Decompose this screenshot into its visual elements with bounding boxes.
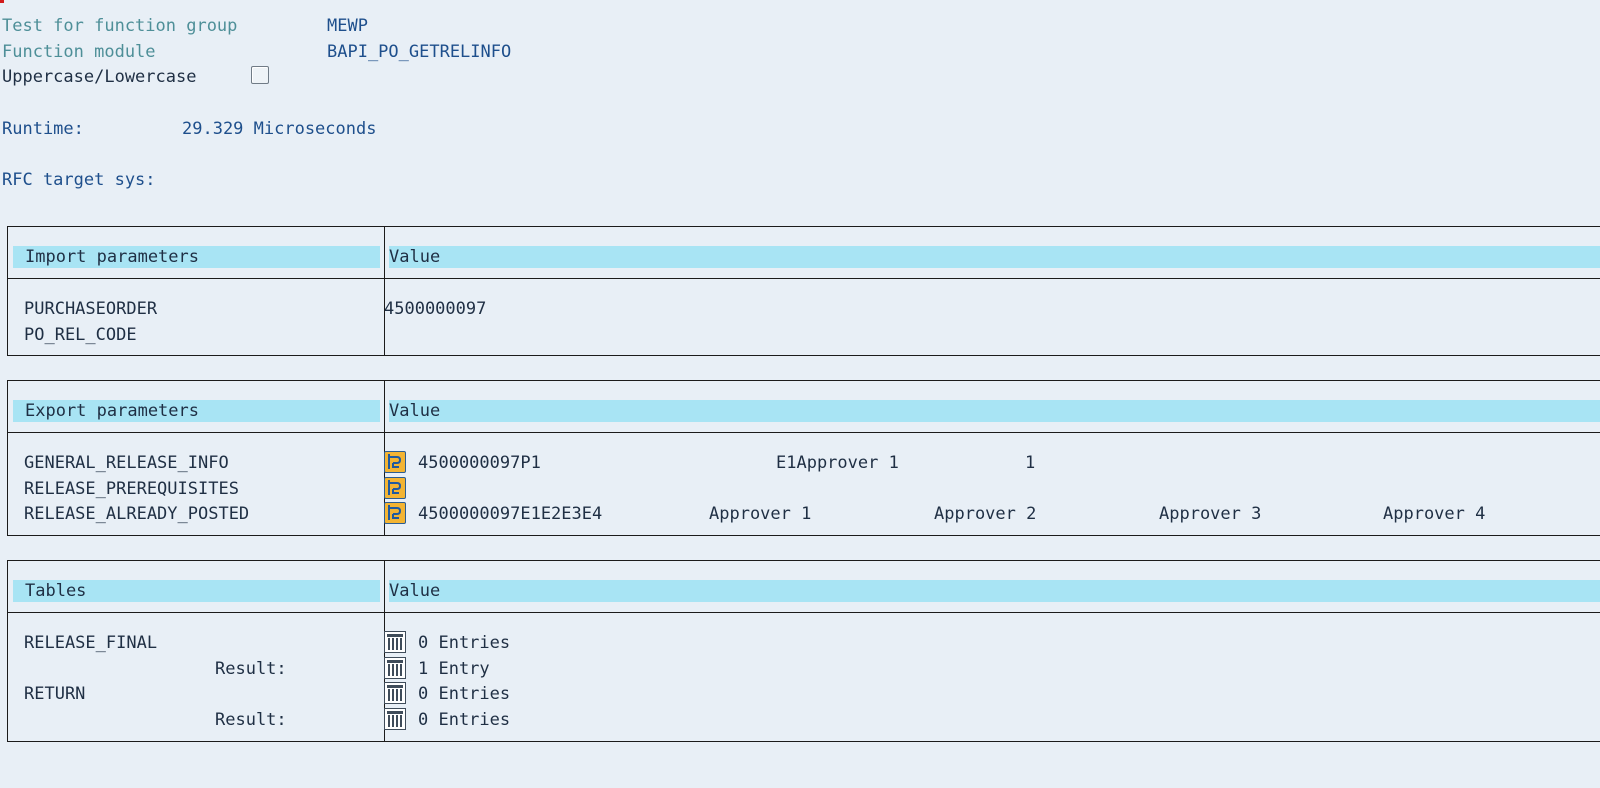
export-field: 4500000097E1E2E3E4 [418, 504, 603, 524]
table-entries: 0 Entries [418, 710, 511, 730]
table-entries: 1 Entry [418, 659, 490, 679]
export-field: Approver 3 [1159, 504, 1262, 524]
table-entries: 0 Entries [418, 633, 511, 653]
export-field: 1 [1025, 453, 1036, 473]
param-name: RELEASE_PREREQUISITES [24, 479, 239, 499]
param-value-field[interactable] [384, 324, 584, 346]
header-divider [8, 432, 1600, 433]
runtime-label: Runtime: [2, 119, 84, 139]
export-field: 4500000097P1 [418, 453, 541, 473]
export-field: E1Approver 1 [776, 453, 899, 473]
export-parameters-table: Export parameters Value GENERAL_RELEASE_… [7, 380, 1600, 536]
import-header-param-label: Import parameters [25, 247, 199, 267]
function-module-value: BAPI_PO_GETRELINFO [327, 42, 512, 62]
table-icon[interactable] [384, 657, 406, 679]
table-icon[interactable] [384, 708, 406, 730]
case-checkbox[interactable] [251, 66, 269, 84]
param-name: PO_REL_CODE [24, 325, 137, 345]
export-header-value-label: Value [389, 401, 441, 421]
result-label: Result: [215, 710, 287, 730]
tables-header-value: Value [389, 580, 1600, 602]
corner-marker [0, 0, 4, 3]
param-name: PURCHASEORDER [24, 299, 158, 319]
import-header-value: Value [389, 246, 1600, 268]
header-divider [8, 612, 1600, 613]
function-group-label: Test for function group [2, 16, 238, 36]
rfc-target-label: RFC target sys: [2, 170, 156, 190]
export-field: Approver 1 [709, 504, 812, 524]
structure-icon[interactable] [384, 477, 406, 499]
structure-icon[interactable] [384, 451, 406, 473]
param-name: GENERAL_RELEASE_INFO [24, 453, 229, 473]
function-module-label: Function module [2, 42, 156, 62]
export-field: Approver 2 [934, 504, 1037, 524]
result-label: Result: [215, 659, 287, 679]
header-divider [8, 278, 1600, 279]
export-field: Approver 4 [1383, 504, 1486, 524]
import-parameters-table: Import parameters Value PURCHASEORDER 45… [7, 226, 1600, 356]
table-name: RETURN [24, 684, 86, 704]
function-group-value: MEWP [327, 16, 368, 36]
runtime-value: 29.329 Microseconds [182, 119, 377, 139]
param-name: RELEASE_ALREADY_POSTED [24, 504, 250, 524]
tables-header-value-label: Value [389, 581, 441, 601]
tables-parameters-table: Tables Value RELEASE_FINAL 0 Entries Res… [7, 560, 1600, 742]
tables-header-param-label: Tables [25, 581, 87, 601]
export-header-param-label: Export parameters [25, 401, 199, 421]
import-header-value-label: Value [389, 247, 441, 267]
structure-icon[interactable] [384, 502, 406, 524]
import-header-param: Import parameters [13, 246, 380, 268]
table-name: RELEASE_FINAL [24, 633, 158, 653]
export-header-param: Export parameters [13, 400, 380, 422]
case-label: Uppercase/Lowercase [2, 67, 197, 87]
table-entries: 0 Entries [418, 684, 511, 704]
table-icon[interactable] [384, 631, 406, 653]
export-header-value: Value [389, 400, 1600, 422]
param-value-field[interactable]: 4500000097 [384, 298, 486, 320]
tables-header-param: Tables [13, 580, 380, 602]
table-icon[interactable] [384, 682, 406, 704]
